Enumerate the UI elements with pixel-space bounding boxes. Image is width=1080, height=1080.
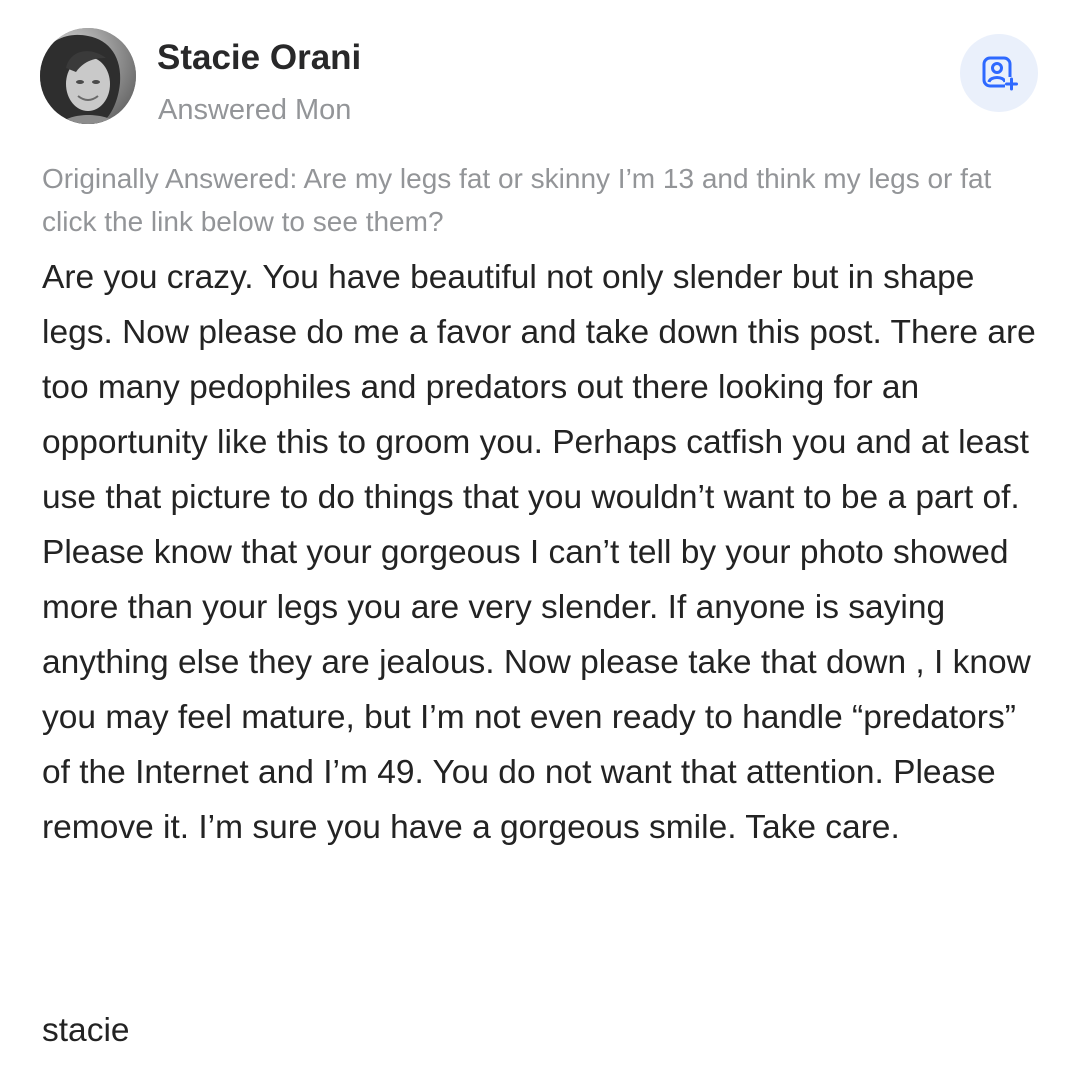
avatar[interactable]: [40, 28, 136, 124]
answer-header: Stacie Orani Answered Mon: [40, 28, 1040, 128]
answer-signoff: stacie: [42, 1012, 130, 1049]
avatar-photo: [40, 28, 136, 124]
add-person-icon: [979, 53, 1019, 93]
answer-body: Are you crazy. You have beautiful not on…: [42, 259, 1036, 846]
follow-button[interactable]: [960, 34, 1038, 112]
answered-timestamp: Answered Mon: [158, 94, 352, 126]
original-question-link[interactable]: Originally Answered: Are my legs fat or …: [42, 157, 1042, 243]
author-name[interactable]: Stacie Orani: [157, 38, 361, 78]
